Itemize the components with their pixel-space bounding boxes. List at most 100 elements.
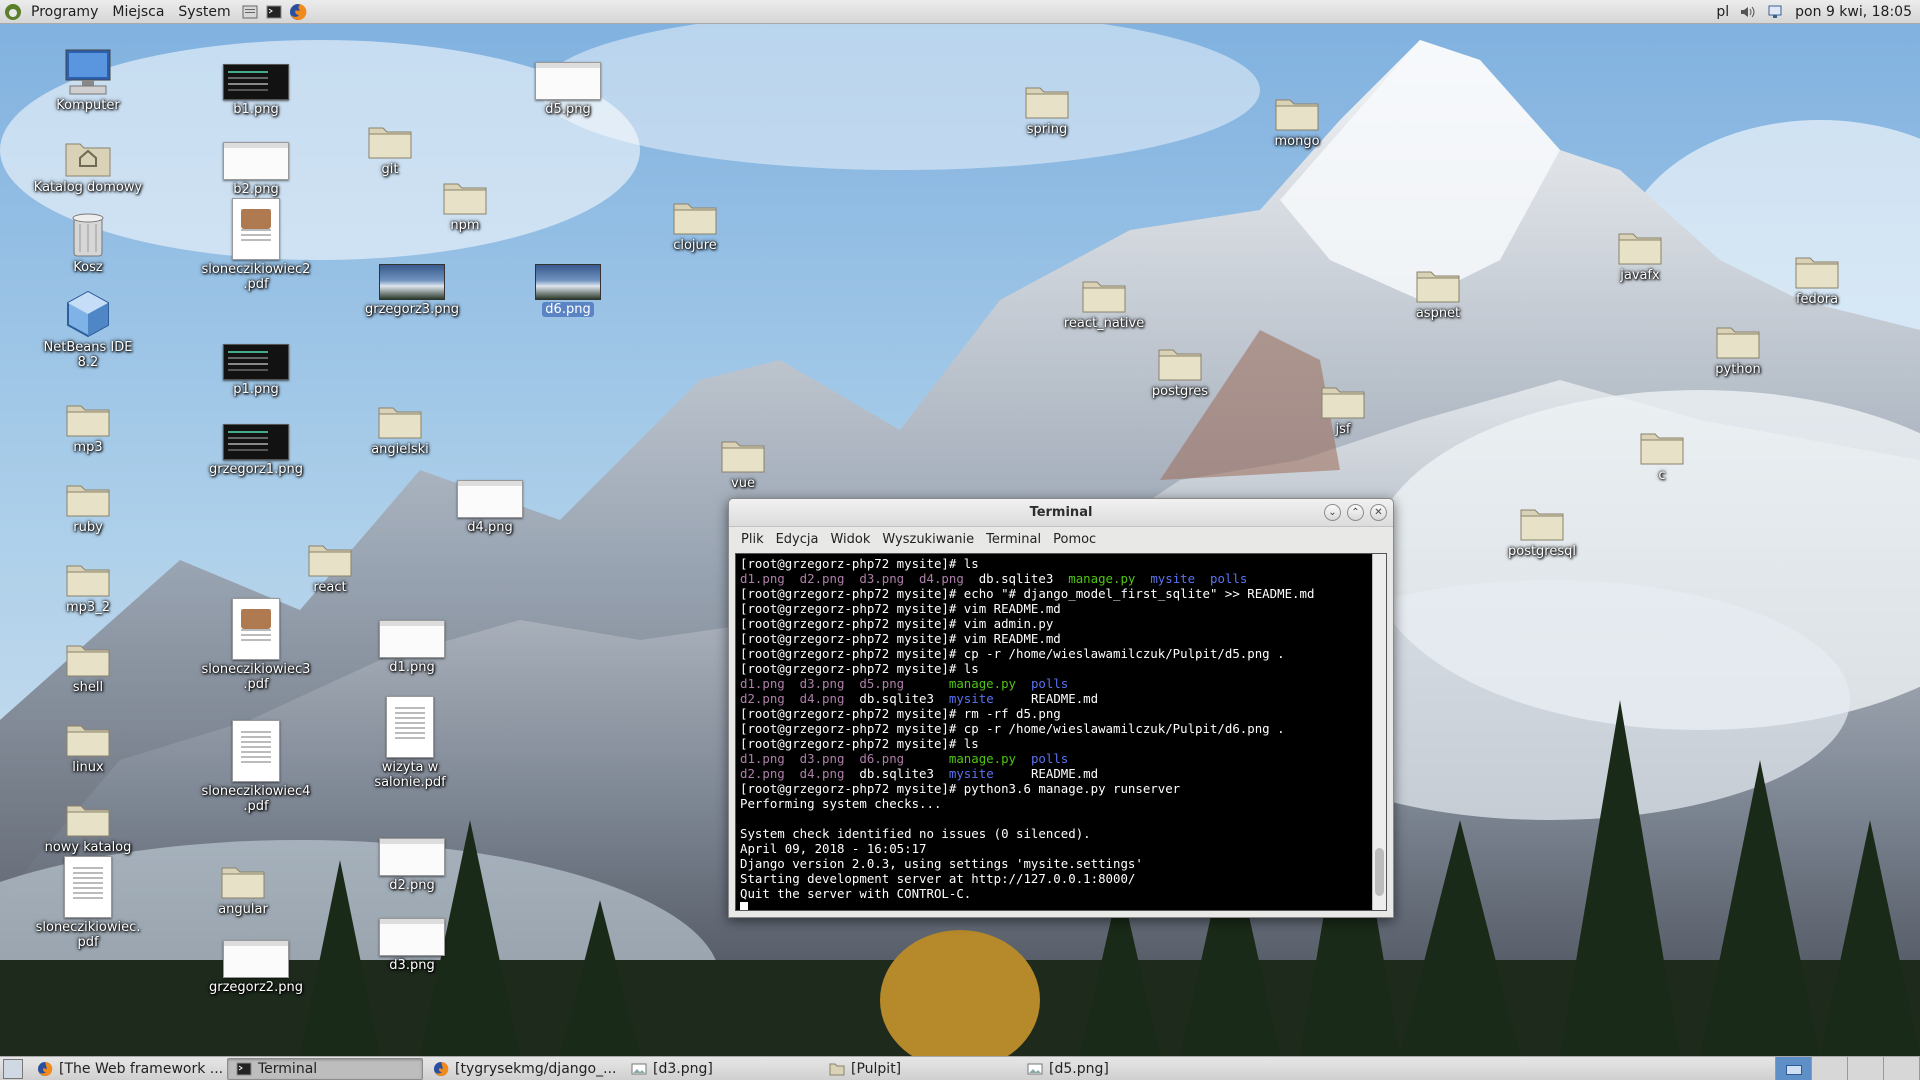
terminal-icon: [266, 5, 282, 18]
close-button[interactable]: ✕: [1370, 504, 1387, 521]
desktop-icon-d3-png[interactable]: d3.png: [352, 904, 472, 973]
desktop-icon-nowy-katalog[interactable]: nowy katalog: [28, 786, 148, 855]
desktop-icon-label: sloneczikiowiec4.pdf: [201, 784, 311, 814]
firefox-launcher[interactable]: [288, 2, 308, 22]
menu-applications[interactable]: Programy: [24, 0, 105, 24]
terminal-text: [root@grzegorz-php72 mysite]# ls d1.png d…: [740, 556, 1368, 910]
desktop-icon-d4-png[interactable]: d4.png: [430, 466, 550, 535]
desktop-icon-python[interactable]: python: [1678, 308, 1798, 377]
desktop-icon-ruby[interactable]: ruby: [28, 466, 148, 535]
desktop-icon-image: [1482, 490, 1602, 542]
desktop-icon-shell[interactable]: shell: [28, 626, 148, 695]
desktop-icon-katalog-domowy[interactable]: Katalog domowy: [28, 126, 148, 195]
desktop-icon-react-native[interactable]: react_native: [1044, 262, 1164, 331]
terminal-window[interactable]: Terminal ⌄ ⌃ ✕ Plik Edycja Widok Wyszuki…: [728, 498, 1394, 918]
desktop-icon-mongo[interactable]: mongo: [1237, 80, 1357, 149]
scrollbar-thumb[interactable]: [1375, 848, 1384, 896]
desktop-icon-d1-png[interactable]: d1.png: [352, 606, 472, 675]
desktop-icon-react[interactable]: react: [270, 526, 390, 595]
workspace-1[interactable]: [1776, 1056, 1812, 1080]
desktop-icon-jsf[interactable]: jsf: [1283, 368, 1403, 437]
menu-system[interactable]: System: [171, 0, 237, 24]
workspace-3[interactable]: [1848, 1056, 1884, 1080]
taskbar-button[interactable]: [tygrysekmg/django_...: [425, 1058, 621, 1080]
menu-places[interactable]: Miejsca: [105, 0, 171, 24]
minimize-button[interactable]: ⌄: [1324, 504, 1341, 521]
gnome-foot-icon[interactable]: [4, 3, 22, 21]
clock[interactable]: pon 9 kwi, 18:05: [1795, 4, 1912, 20]
desktop-icon-grzegorz3-png[interactable]: grzegorz3.png: [352, 248, 472, 317]
desktop-icon-komputer[interactable]: Komputer: [28, 44, 148, 113]
taskbar-button[interactable]: [d5.png]: [1019, 1058, 1215, 1080]
terminal-line: Django version 2.0.3, using settings 'my…: [740, 856, 1368, 871]
taskbar-button[interactable]: Terminal: [227, 1057, 423, 1080]
terminal-text-segment: Performing system checks...: [740, 796, 942, 811]
desktop-icon-sloneczikiowiec3-pdf[interactable]: sloneczikiowiec3.pdf: [196, 598, 316, 692]
terminal-line: Performing system checks...: [740, 796, 1368, 811]
desktop-icon-postgresql[interactable]: postgresql: [1482, 490, 1602, 559]
desktop-icon-mp3[interactable]: mp3: [28, 386, 148, 455]
menu-file[interactable]: Plik: [735, 532, 770, 547]
workspace-2[interactable]: [1812, 1056, 1848, 1080]
terminal-scrollbar[interactable]: [1372, 554, 1386, 910]
desktop-icon-image: [430, 466, 550, 518]
network-icon[interactable]: [1767, 3, 1785, 21]
terminal-line: d1.png d2.png d3.png d4.png db.sqlite3 m…: [740, 571, 1368, 586]
menu-search[interactable]: Wyszukiwanie: [876, 532, 980, 547]
desktop-icon-label: ruby: [73, 520, 103, 535]
menu-view[interactable]: Widok: [824, 532, 876, 547]
terminal-launcher[interactable]: [264, 2, 284, 22]
file-manager-launcher[interactable]: [240, 2, 260, 22]
desktop-icon-p1-png[interactable]: p1.png: [196, 328, 316, 397]
menu-edit[interactable]: Edycja: [770, 532, 825, 547]
desktop-icon-b1-png[interactable]: b1.png: [196, 48, 316, 117]
desktop-icon-aspnet[interactable]: aspnet: [1378, 252, 1498, 321]
folder-icon: [1618, 233, 1662, 265]
desktop-icon-sloneczikiowiec2-pdf[interactable]: sloneczikiowiec2.pdf: [196, 198, 316, 292]
menu-terminal[interactable]: Terminal: [980, 532, 1047, 547]
terminal-text-segment: [root@grzegorz-php72 mysite]# ls: [740, 556, 979, 571]
desktop-icon-sloneczikiowiec-pdf[interactable]: sloneczikiowiec.pdf: [28, 856, 148, 950]
desktop-icon-npm[interactable]: npm: [405, 164, 525, 233]
workspace-4[interactable]: [1884, 1056, 1920, 1080]
desktop-icon-sloneczikiowiec4-pdf[interactable]: sloneczikiowiec4.pdf: [196, 720, 316, 814]
desktop-icon-netbeans-ide-8-2[interactable]: NetBeans IDE 8.2: [28, 286, 148, 370]
desktop-icon-image: [28, 706, 148, 758]
folder-icon: [66, 805, 110, 837]
desktop-icon-angular[interactable]: angular: [183, 848, 303, 917]
taskbar-button-label: [tygrysekmg/django_...: [455, 1060, 617, 1077]
desktop-icon-d2-png[interactable]: d2.png: [352, 824, 472, 893]
desktop-icon-clojure[interactable]: clojure: [635, 184, 755, 253]
terminal-text-segment: [root@grzegorz-php72 mysite]# cp -r /hom…: [740, 721, 1285, 736]
desktop-icon-grzegorz2-png[interactable]: grzegorz2.png: [196, 926, 316, 995]
folder-icon: [721, 441, 765, 473]
terminal-text-segment: db.sqlite3: [859, 691, 949, 706]
desktop-icon-postgres[interactable]: postgres: [1120, 330, 1240, 399]
desktop-icon-c[interactable]: c: [1602, 414, 1722, 483]
volume-icon[interactable]: [1739, 3, 1757, 21]
desktop-icon-label: b2.png: [233, 182, 279, 197]
desktop-icon-d5-png[interactable]: d5.png: [508, 48, 628, 117]
desktop-icon-spring[interactable]: spring: [987, 68, 1107, 137]
desktop-icon-vue[interactable]: vue: [683, 422, 803, 491]
taskbar-button[interactable]: [d3.png]: [623, 1058, 819, 1080]
desktop-icon-linux[interactable]: linux: [28, 706, 148, 775]
desktop-icon-angielski[interactable]: angielski: [340, 388, 460, 457]
desktop-icon-javafx[interactable]: javafx: [1580, 214, 1700, 283]
taskbar-button[interactable]: [The Web framework ...: [29, 1058, 225, 1080]
keyboard-layout[interactable]: pl: [1716, 4, 1729, 20]
menu-help[interactable]: Pomoc: [1047, 532, 1102, 547]
show-desktop-button[interactable]: [3, 1058, 23, 1079]
desktop-icon-fedora[interactable]: fedora: [1757, 238, 1877, 307]
terminal-titlebar[interactable]: Terminal ⌄ ⌃ ✕: [729, 499, 1393, 527]
desktop-icon-wizyta-w-salonie-pdf[interactable]: wizyta w salonie.pdf: [350, 696, 470, 790]
desktop-icon-b2-png[interactable]: b2.png: [196, 128, 316, 197]
desktop-icon-grzegorz1-png[interactable]: grzegorz1.png: [196, 408, 316, 477]
desktop-icon-mp3-2[interactable]: mp3_2: [28, 546, 148, 615]
desktop-icon-image: [28, 386, 148, 438]
desktop-icon-d6-png[interactable]: d6.png: [508, 248, 628, 317]
desktop-icon-kosz[interactable]: Kosz: [28, 206, 148, 275]
terminal-output[interactable]: [root@grzegorz-php72 mysite]# ls d1.png d…: [735, 553, 1387, 911]
maximize-button[interactable]: ⌃: [1347, 504, 1364, 521]
taskbar-button[interactable]: [Pulpit]: [821, 1058, 1017, 1080]
